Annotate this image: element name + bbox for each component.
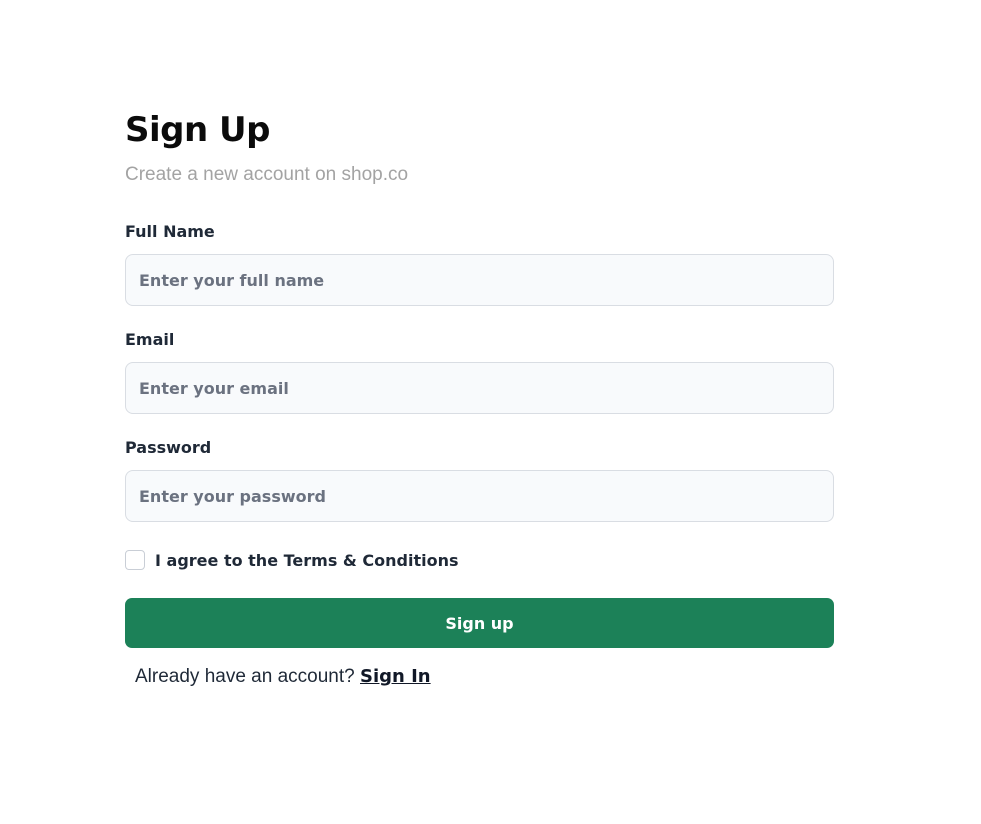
full-name-label: Full Name (125, 222, 215, 241)
password-label: Password (125, 438, 212, 457)
full-name-input[interactable] (125, 254, 834, 306)
sign-up-button[interactable]: Sign up (125, 598, 834, 648)
terms-row: I agree to the Terms & Conditions (125, 550, 834, 570)
full-name-field: Full Name (125, 222, 834, 306)
email-label: Email (125, 330, 175, 349)
email-field: Email (125, 330, 834, 414)
password-field: Password (125, 438, 834, 522)
page-subtitle: Create a new account on shop.co (125, 164, 409, 185)
terms-checkbox[interactable] (125, 550, 145, 570)
sign-in-prompt-text: Already have an account? (135, 666, 355, 687)
sign-in-prompt: Already have an account? Sign In (125, 665, 834, 689)
page-title: Sign Up (125, 110, 270, 150)
password-input[interactable] (125, 470, 834, 522)
email-input[interactable] (125, 362, 834, 414)
sign-in-link[interactable]: Sign In (360, 666, 431, 687)
terms-label[interactable]: I agree to the Terms & Conditions (155, 551, 459, 570)
signup-form: Sign Up Create a new account on shop.co … (125, 108, 834, 689)
